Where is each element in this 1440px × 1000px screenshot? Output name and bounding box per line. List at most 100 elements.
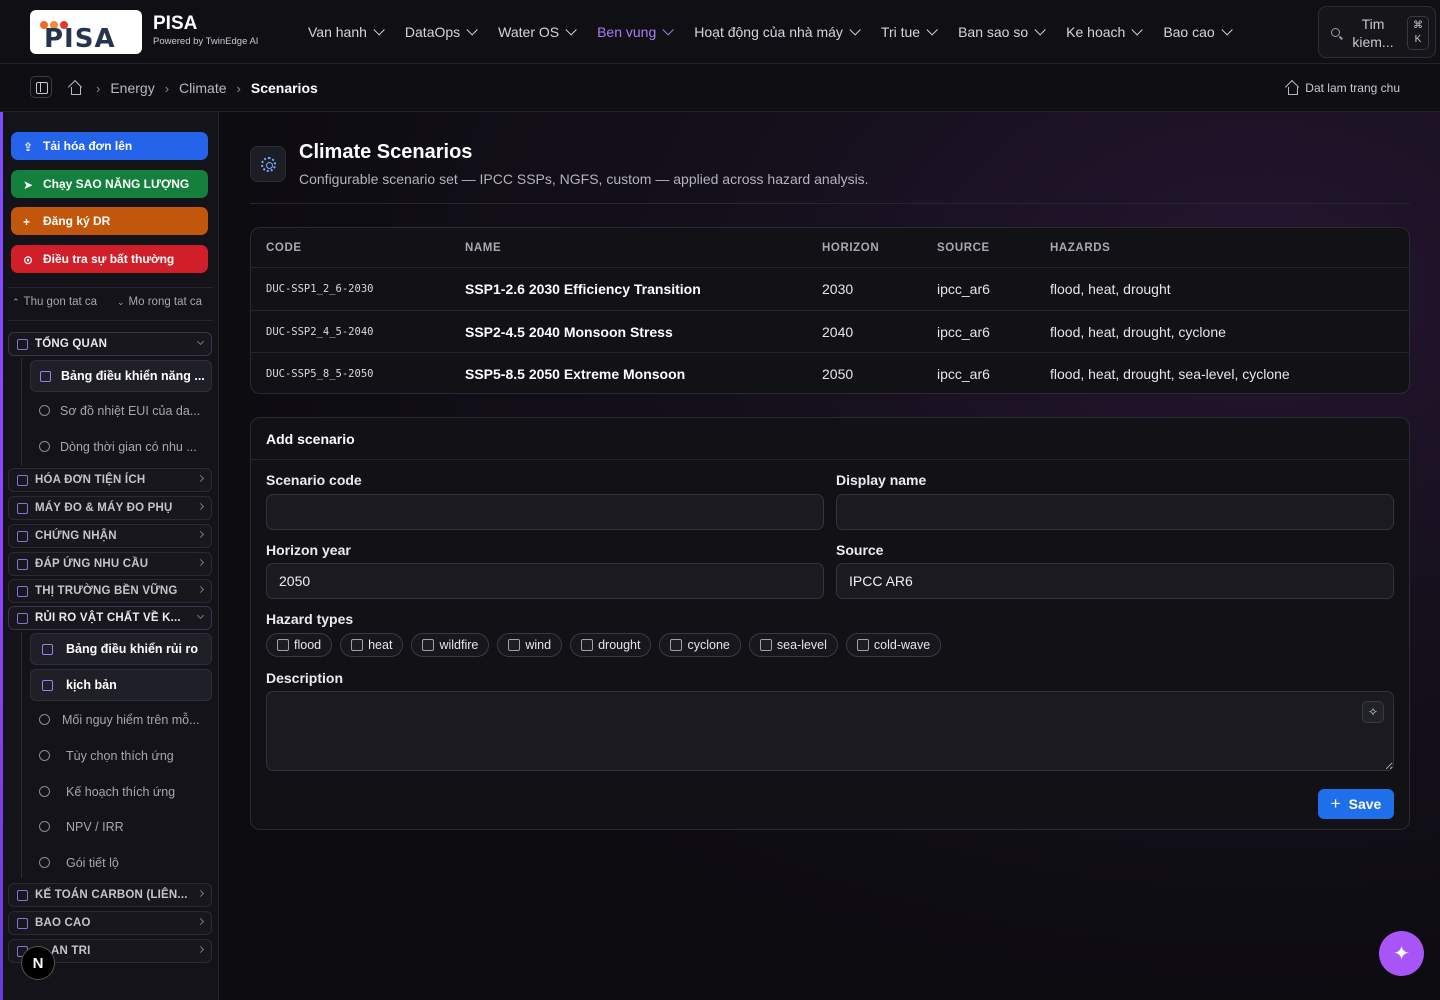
sidebar-item-disclosure-pack[interactable]: Gói tiết lộ	[30, 847, 212, 879]
nav-ban-sao-so[interactable]: Ban sao so	[946, 0, 1054, 64]
sidebar-item-scenarios[interactable]: kịch bản	[30, 669, 212, 701]
run-energy-star-button[interactable]: ➤ Chạy SAO NĂNG LƯỢNG	[11, 170, 208, 198]
hazard-chip-wildfire[interactable]: wildfire	[411, 633, 490, 657]
sidebar-section-overview[interactable]: TỔNG QUAN	[8, 332, 212, 356]
sidebar-section-certification[interactable]: CHỨNG NHẬN	[8, 524, 212, 548]
horizon-year-input[interactable]	[266, 563, 824, 599]
scenario-code-input[interactable]	[266, 494, 824, 530]
hazard-chip-cold-wave[interactable]: cold-wave	[845, 633, 942, 657]
save-button[interactable]: + Save	[1318, 789, 1394, 819]
cell-name: SSP5-8.5 2050 Extreme Monsoon	[465, 366, 686, 382]
chevron-right-icon	[196, 474, 205, 483]
button-label: Điều tra sự bất thường	[43, 252, 175, 266]
sidebar-item-demand-timeline[interactable]: Dòng thời gian có nhu ...	[30, 431, 212, 463]
sidebar-section-meters[interactable]: MÁY ĐO & MÁY ĐO PHỤ	[8, 496, 212, 520]
hazard-types-label: Hazard types	[266, 611, 354, 627]
nav-van-hanh[interactable]: Van hanh	[296, 0, 393, 64]
checkbox[interactable]	[508, 639, 521, 651]
nav-ben-vung[interactable]: Ben vung	[585, 0, 682, 64]
table-row[interactable]: DUC-SSP2_4_5-2040 SSP2-4.5 2040 Monsoon …	[251, 310, 1409, 352]
button-label: Tải hóa đơn lên	[43, 139, 133, 153]
nav-bao-cao[interactable]: Bao cao	[1151, 0, 1240, 64]
sidebar-item-hazards-per-site[interactable]: Mối nguy hiểm trên mỗ...	[30, 704, 212, 736]
upload-bill-button[interactable]: ⇪ Tải hóa đơn lên	[11, 132, 208, 160]
sparkles-icon[interactable]: ✧	[1362, 701, 1384, 723]
nav-hoat-dong[interactable]: Hoạt động của nhà máy	[682, 0, 869, 64]
hazard-chips: flood heat wildfire wind drought cyclone…	[266, 633, 949, 657]
sidebar-toggle-icon[interactable]	[30, 76, 52, 98]
sidebar-item-energy-dashboard[interactable]: Bảng điều khiển năng ...	[30, 360, 212, 392]
chevron-down-icon	[926, 24, 938, 36]
ai-assistant-button[interactable]: ✦	[1379, 931, 1424, 976]
grid-icon	[40, 371, 51, 382]
section-label: KẾ TOÁN CARBON (LIÊN...	[35, 889, 188, 901]
expand-all-button[interactable]: ⌄ Mo rong tat ca	[117, 296, 202, 308]
nav-tri-tue[interactable]: Tri tue	[869, 0, 946, 64]
section-label: ĐÁP ỨNG NHU CẦU	[35, 558, 149, 570]
set-home-button[interactable]: Dat lam trang chu	[1285, 64, 1400, 112]
sidebar-item-eui-heatmap[interactable]: Sơ đồ nhiệt EUI của da...	[30, 395, 212, 427]
sidebar-item-adaptation-options[interactable]: Tùy chọn thích ứng	[30, 740, 212, 772]
shortcut-badge: ⌘ K	[1407, 16, 1429, 50]
chevron-right-icon	[196, 945, 205, 954]
sidebar-section-reports[interactable]: BAO CAO	[8, 911, 212, 935]
nav-ke-hoach[interactable]: Ke hoach	[1054, 0, 1151, 64]
collapse-all-button[interactable]: ⌃ Thu gon tat ca	[12, 296, 97, 308]
cloud-icon	[17, 613, 28, 624]
sidebar-item-npv-irr[interactable]: NPV / IRR	[30, 811, 212, 843]
checkbox[interactable]	[670, 639, 683, 651]
hazard-chip-flood[interactable]: flood	[266, 633, 333, 657]
item-label: Bảng điều khiển rủi ro	[66, 642, 198, 656]
hazard-chip-heat[interactable]: heat	[340, 633, 404, 657]
chip-label: wildfire	[439, 638, 479, 652]
checkbox[interactable]	[759, 639, 772, 651]
breadcrumb-climate[interactable]: Climate	[179, 80, 226, 96]
search-button[interactable]: Tim kiem... ⌘ K	[1318, 6, 1436, 58]
nav-water-os[interactable]: Water OS	[486, 0, 585, 64]
header-code: CODE	[266, 242, 302, 254]
checkbox[interactable]	[277, 639, 289, 651]
section-label: CHỨNG NHẬN	[35, 530, 117, 542]
chevrons-down-icon: ⌄	[117, 297, 125, 307]
source-input[interactable]	[836, 563, 1394, 599]
table-row[interactable]: DUC-SSP5_8_5-2050 SSP5-8.5 2050 Extreme …	[251, 352, 1409, 393]
brand: PISA Powered by TwinEdge AI	[153, 13, 258, 48]
sidebar-item-adaptation-plan[interactable]: Kế hoạch thích ứng	[30, 776, 212, 808]
description-textarea[interactable]	[266, 691, 1394, 771]
alert-circle-icon: ⊙	[23, 253, 34, 267]
home-icon	[1285, 81, 1299, 95]
sidebar-section-utility-bills[interactable]: HÓA ĐƠN TIỆN ÍCH	[8, 468, 212, 492]
flame-icon	[39, 405, 50, 416]
sidebar-section-sustainability-market[interactable]: THỊ TRƯỜNG BỀN VỮNG	[8, 579, 212, 603]
chevron-down-icon	[1131, 24, 1144, 36]
breadcrumb-energy[interactable]: Energy	[110, 80, 154, 96]
sidebar-section-demand-response[interactable]: ĐÁP ỨNG NHU CẦU	[8, 552, 212, 576]
sidebar-section-physical-risk[interactable]: RỦI RO VẬT CHẤT VỀ K...	[8, 606, 212, 630]
breadcrumb: › Energy › Climate › Scenarios	[68, 64, 318, 112]
checkbox[interactable]	[351, 639, 364, 651]
hazard-chip-cyclone[interactable]: cyclone	[659, 633, 741, 657]
item-label: Tùy chọn thích ứng	[66, 749, 174, 763]
sidebar-divider	[8, 287, 213, 288]
home-icon[interactable]	[68, 81, 82, 95]
hazard-chip-sea-level[interactable]: sea-level	[748, 633, 838, 657]
scenarios-table: CODE NAME HORIZON SOURCE HAZARDS DUC-SSP…	[250, 227, 1410, 394]
cell-code: DUC-SSP1_2_6-2030	[266, 283, 374, 295]
checkbox[interactable]	[856, 639, 869, 651]
pisa-logo[interactable]: PISA	[30, 10, 142, 54]
investigate-anomaly-button[interactable]: ⊙ Điều tra sự bất thường	[11, 245, 208, 273]
nav-dataops[interactable]: DataOps	[393, 0, 486, 64]
hazard-chip-drought[interactable]: drought	[570, 633, 652, 657]
next-dev-badge[interactable]: N	[21, 946, 55, 980]
hazard-chip-wind[interactable]: wind	[497, 633, 563, 657]
brand-title: PISA	[153, 13, 198, 34]
display-name-input[interactable]	[836, 494, 1394, 530]
sidebar-item-risk-dashboard[interactable]: Bảng điều khiển rủi ro	[30, 633, 212, 665]
table-row[interactable]: DUC-SSP1_2_6-2030 SSP1-2.6 2030 Efficien…	[251, 267, 1409, 309]
sidebar-section-carbon-accounting[interactable]: KẾ TOÁN CARBON (LIÊN...	[8, 883, 212, 907]
checkbox[interactable]	[581, 639, 594, 651]
checkbox[interactable]	[422, 639, 435, 651]
trend-icon	[39, 441, 50, 452]
cell-horizon: 2040	[822, 324, 854, 340]
register-dr-button[interactable]: + Đăng ký DR	[11, 207, 208, 235]
